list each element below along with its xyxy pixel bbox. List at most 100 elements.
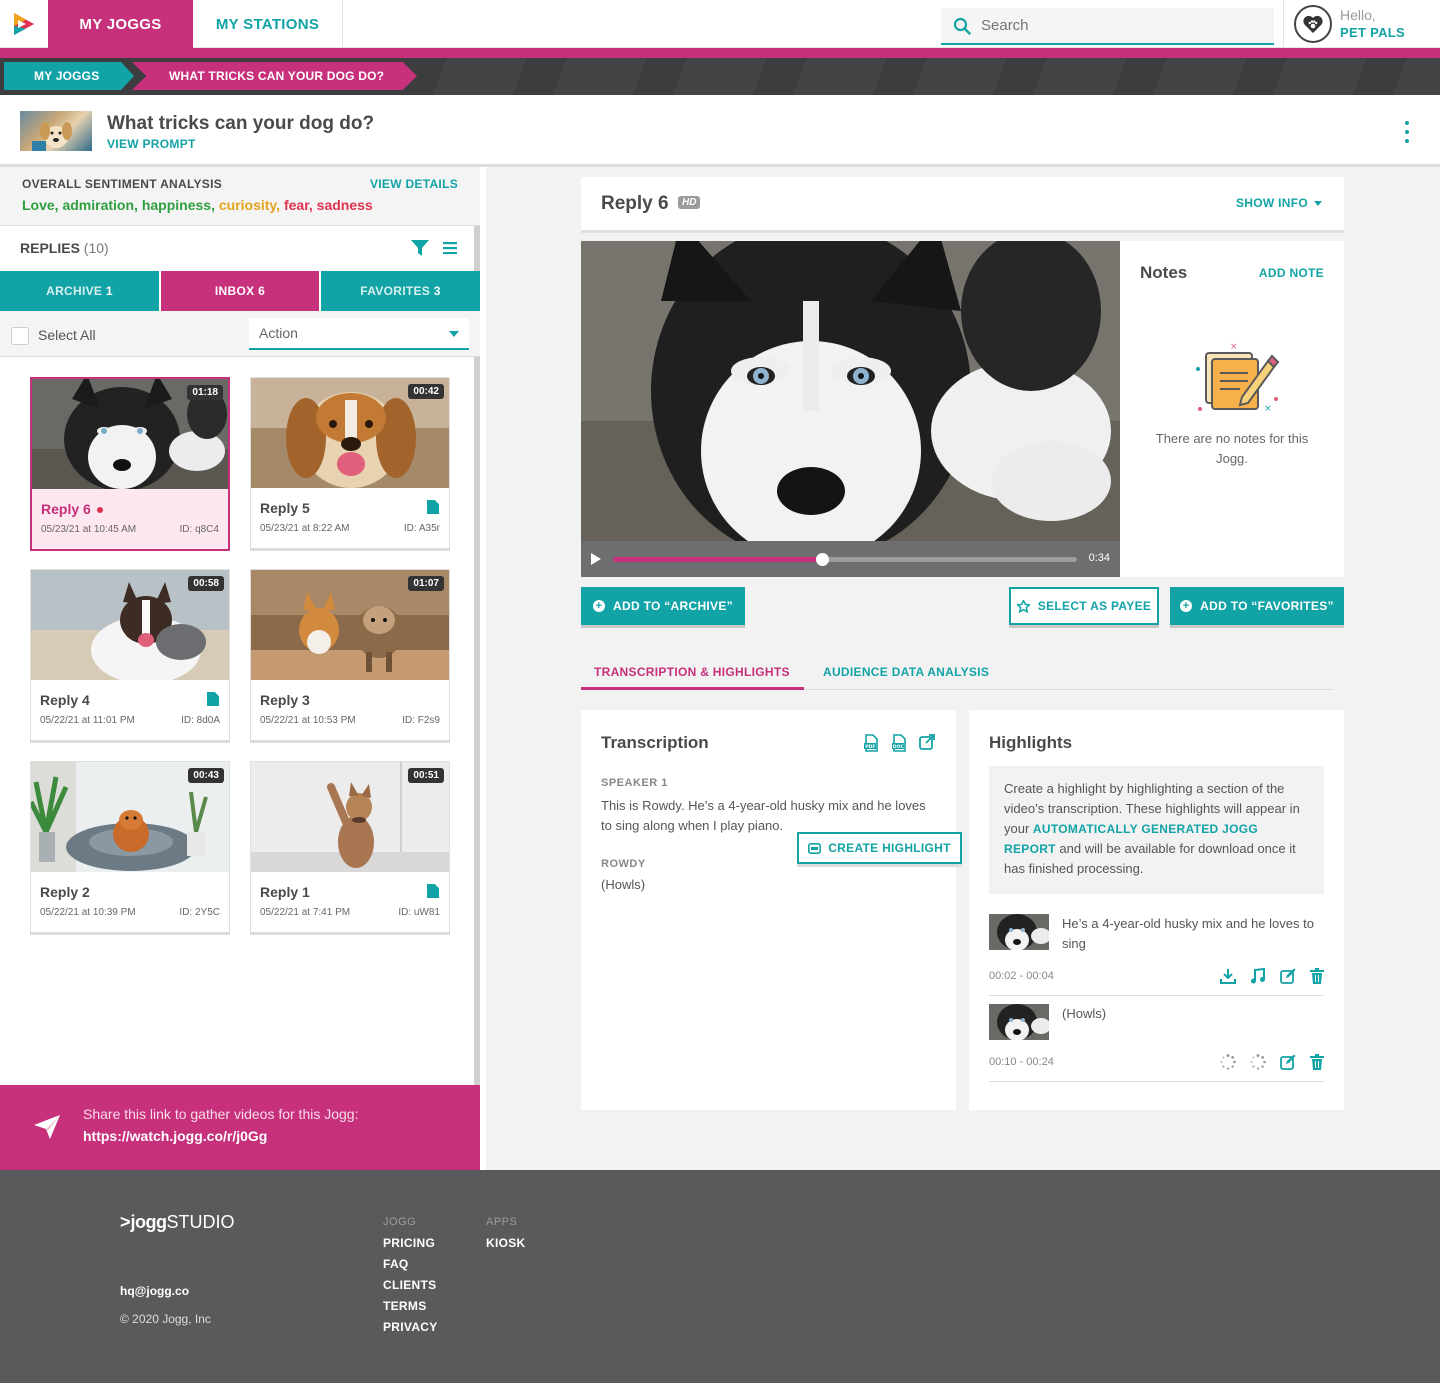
sentiment-word: Love, xyxy=(22,197,59,213)
trash-icon[interactable] xyxy=(1310,968,1324,984)
show-info-toggle[interactable]: SHOW INFO xyxy=(1236,196,1322,210)
trash-icon[interactable] xyxy=(1310,1054,1324,1070)
notes-empty-state: There are no notes for this Jogg. xyxy=(1155,431,1309,466)
loading-spinner-icon xyxy=(1250,1054,1266,1070)
add-to-archive-button[interactable]: + ADD TO “ARCHIVE” xyxy=(581,587,745,625)
create-highlight-button[interactable]: CREATE HIGHLIGHT xyxy=(797,832,962,864)
download-pdf-icon[interactable]: PDF xyxy=(863,734,879,752)
jogg-logo-icon[interactable] xyxy=(0,0,48,48)
highlight-item[interactable]: (Howls) 00:10 - 00:24 xyxy=(989,1004,1324,1082)
select-all-checkbox[interactable] xyxy=(11,327,29,345)
footer-email[interactable]: hq@jogg.co xyxy=(120,1284,189,1298)
tab-transcription-highlights[interactable]: TRANSCRIPTION & HIGHLIGHTS xyxy=(581,665,804,690)
share-link[interactable]: https://watch.jogg.co/r/j0Gg xyxy=(83,1128,267,1144)
share-text: Share this link to gather videos for thi… xyxy=(83,1106,359,1122)
add-note-button[interactable]: ADD NOTE xyxy=(1259,266,1324,280)
more-options-icon[interactable] xyxy=(1400,121,1414,143)
duration-badge: 00:58 xyxy=(188,576,224,591)
view-details-link[interactable]: VIEW DETAILS xyxy=(370,177,458,191)
footer-link-kiosk[interactable]: KIOSK xyxy=(486,1236,526,1250)
reply-card[interactable]: 01:07 Reply 3 05/22/21 at 10:53 PM ID: F… xyxy=(250,569,450,743)
speaker-label: ROWDY xyxy=(601,858,646,870)
avatar[interactable] xyxy=(1294,5,1332,43)
nav-tab-my-stations[interactable]: MY STATIONS xyxy=(193,0,343,48)
external-link-icon[interactable] xyxy=(919,734,935,750)
filter-icon[interactable] xyxy=(411,240,429,256)
search-bar[interactable] xyxy=(941,8,1274,45)
replies-label: REPLIES xyxy=(20,240,80,256)
transcript-text[interactable]: This is Rowdy. He’s a 4-year-old husky m… xyxy=(601,796,931,836)
tab-inbox-label: INBOX xyxy=(214,284,255,298)
highlight-text: (Howls) xyxy=(1062,1006,1107,1021)
video-scrubber[interactable] xyxy=(613,553,1077,566)
select-as-payee-button[interactable]: SELECT AS PAYEE xyxy=(1009,587,1159,625)
reply-card[interactable]: 01:18 Reply 6 05/23/21 at 10:45 AM ID: q… xyxy=(30,377,230,551)
tab-archive-count: 1 xyxy=(105,284,113,298)
tab-favorites[interactable]: FAVORITES 3 xyxy=(321,271,480,311)
list-view-icon[interactable] xyxy=(443,242,457,254)
transcription-title: Transcription xyxy=(601,733,709,752)
breadcrumb-my-joggs[interactable]: MY JOGGS xyxy=(4,62,134,90)
video-frame xyxy=(581,241,1120,561)
nav-tab-my-joggs[interactable]: MY JOGGS xyxy=(48,0,193,48)
accent-bar xyxy=(0,48,1440,58)
reply-title: Reply 4 xyxy=(40,692,90,708)
footer-logo[interactable]: >joggSTUDIO xyxy=(120,1212,235,1233)
transcription-panel: Transcription PDF DOC SPEAKER 1 This is … xyxy=(581,710,962,1110)
document-icon xyxy=(427,500,439,514)
highlight-text: He’s a 4-year-old husky mix and he loves… xyxy=(1062,916,1314,951)
duration-badge: 01:18 xyxy=(187,385,223,400)
scrubber-handle[interactable] xyxy=(815,553,829,566)
breadcrumb-current-prompt[interactable]: WHAT TRICKS CAN YOUR DOG DO? xyxy=(132,62,417,90)
footer-link-pricing[interactable]: PRICING xyxy=(383,1236,438,1250)
music-note-icon[interactable] xyxy=(1250,968,1266,984)
reply-card[interactable]: 00:51 Reply 1 05/22/21 at 7:41 PM ID: uW… xyxy=(250,761,450,935)
tab-audience-data-analysis[interactable]: AUDIENCE DATA ANALYSIS xyxy=(823,665,989,679)
create-highlight-label: CREATE HIGHLIGHT xyxy=(828,841,951,855)
play-icon[interactable] xyxy=(591,553,601,565)
footer: >joggSTUDIO hq@jogg.co © 2020 Jogg, Inc … xyxy=(0,1170,1440,1383)
user-menu[interactable]: Hello, PET PALS xyxy=(1283,0,1440,48)
document-icon xyxy=(207,692,219,706)
reply-card[interactable]: 00:43 Reply 2 05/22/21 at 10:39 PM ID: 2… xyxy=(30,761,230,935)
sentiment-word: fear, xyxy=(283,197,313,213)
show-info-label: SHOW INFO xyxy=(1235,196,1308,210)
footer-heading: APPS xyxy=(486,1216,518,1228)
add-to-archive-label: ADD TO “ARCHIVE” xyxy=(613,599,733,613)
select-all-label[interactable]: Select All xyxy=(38,327,96,343)
footer-link-faq[interactable]: FAQ xyxy=(383,1257,438,1271)
reply-card[interactable]: 00:58 Reply 4 05/22/21 at 11:01 PM ID: 8… xyxy=(30,569,230,743)
reply-title: Reply 3 xyxy=(260,692,310,708)
hd-badge: HD xyxy=(678,196,701,209)
sentiment-label: OVERALL SENTIMENT ANALYSIS xyxy=(22,177,223,191)
edit-icon[interactable] xyxy=(1280,968,1296,984)
reply-card[interactable]: 00:42 Reply 5 05/23/21 at 8:22 AM ID: A3… xyxy=(250,377,450,551)
footer-link-clients[interactable]: CLIENTS xyxy=(383,1278,438,1292)
highlight-thumbnail xyxy=(989,914,1049,950)
sentiment-words: Love, admiration, happiness, curiosity, … xyxy=(22,197,373,213)
transcript-text[interactable]: (Howls) xyxy=(601,877,645,892)
view-prompt-link[interactable]: VIEW PROMPT xyxy=(107,137,196,151)
duration-badge: 01:07 xyxy=(408,576,444,591)
video-player[interactable]: 0:34 xyxy=(581,241,1120,577)
footer-copyright: © 2020 Jogg, Inc xyxy=(120,1312,211,1326)
edit-icon[interactable] xyxy=(1280,1054,1296,1070)
reply-id: ID: 2Y5C xyxy=(179,907,220,918)
add-to-favorites-button[interactable]: + ADD TO “FAVORITES” xyxy=(1170,587,1344,625)
breadcrumb: MY JOGGS WHAT TRICKS CAN YOUR DOG DO? xyxy=(0,58,1440,95)
highlight-item[interactable]: He’s a 4-year-old husky mix and he loves… xyxy=(989,914,1324,996)
plus-icon: + xyxy=(593,600,606,612)
jogg-logo-icon: > xyxy=(120,1212,131,1232)
notes-title: Notes xyxy=(1140,263,1188,282)
tab-archive[interactable]: ARCHIVE 1 xyxy=(0,271,159,311)
footer-link-terms[interactable]: TERMS xyxy=(383,1299,438,1313)
download-doc-icon[interactable]: DOC xyxy=(891,734,907,752)
action-dropdown[interactable]: Action xyxy=(249,318,469,350)
search-input[interactable] xyxy=(981,17,1241,34)
tab-inbox[interactable]: INBOX 6 xyxy=(161,271,319,311)
footer-brand-suffix: STUDIO xyxy=(166,1212,235,1232)
highlights-panel: Highlights Create a highlight by highlig… xyxy=(969,710,1344,1110)
footer-column-apps: APPS KIOSK xyxy=(486,1216,526,1257)
download-icon[interactable] xyxy=(1220,968,1236,984)
footer-link-privacy[interactable]: PRIVACY xyxy=(383,1320,438,1334)
